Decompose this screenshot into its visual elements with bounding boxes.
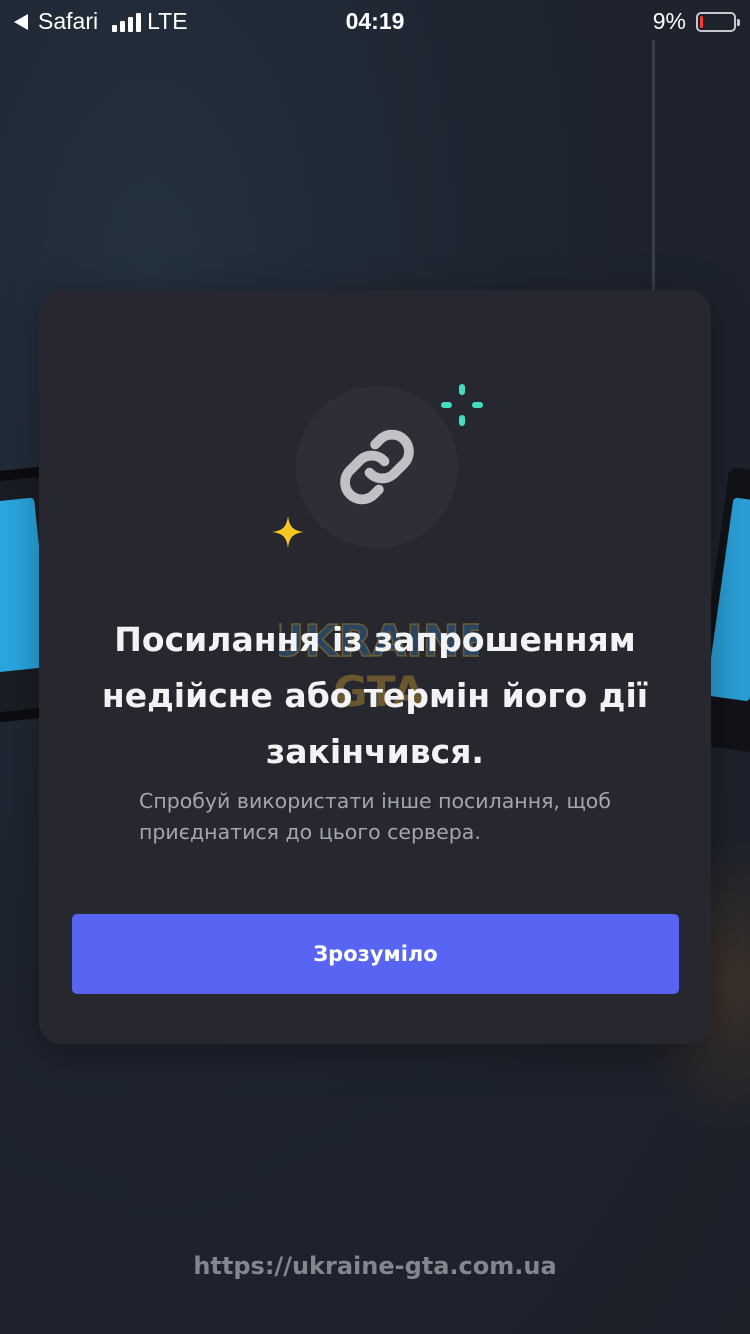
icon-circle bbox=[296, 386, 458, 548]
modal-subtitle: Спробуй використати інше посилання, щоб … bbox=[139, 789, 611, 844]
background-device-right-screen bbox=[705, 497, 750, 702]
link-icon bbox=[340, 429, 414, 505]
status-time: 04:19 bbox=[345, 8, 405, 34]
battery-level-fill bbox=[700, 15, 703, 28]
teal-sparkle-icon bbox=[441, 384, 483, 426]
yellow-sparkle-icon bbox=[272, 516, 304, 548]
got-it-button[interactable]: Зрозуміло bbox=[72, 914, 679, 994]
modal-title: Посилання із запрошенням недійсне або те… bbox=[101, 620, 649, 771]
status-bar: Safari LTE 04:19 9% bbox=[0, 0, 750, 40]
screen: Safari LTE 04:19 9% UKRAINE GTA Посиланн… bbox=[0, 0, 750, 1334]
background-line bbox=[652, 40, 655, 290]
battery-icon bbox=[696, 11, 740, 32]
battery-percent: 9% bbox=[652, 8, 686, 34]
status-bar-right: 9% bbox=[652, 8, 740, 35]
invite-invalid-modal: UKRAINE GTA Посилання із запрошенням нед… bbox=[39, 290, 711, 1044]
watermark-url: https://ukraine-gta.com.ua bbox=[193, 1252, 557, 1280]
